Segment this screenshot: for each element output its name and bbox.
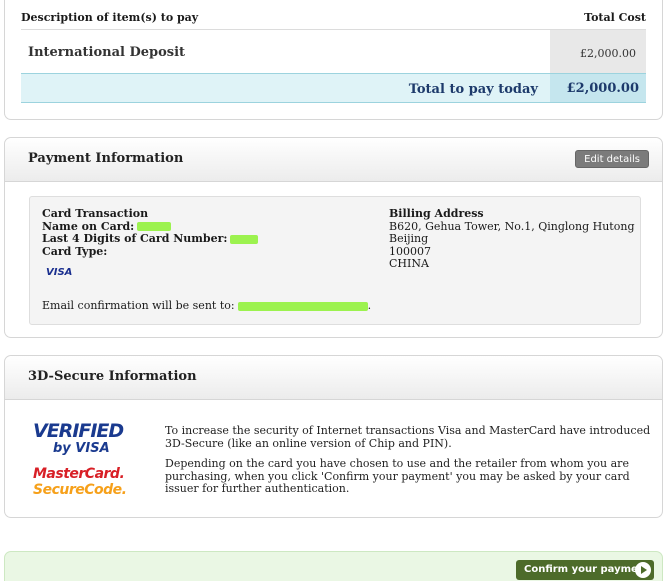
verified-by-visa-logo-sub: by VISA (53, 441, 110, 456)
item-cost-cell: £2,000.00 (550, 30, 646, 74)
secure-paragraph-1: To increase the security of Internet tra… (165, 424, 651, 450)
email-confirmation-label: Email confirmation will be sent to: (42, 299, 235, 312)
address-line: CHINA (389, 257, 429, 270)
card-details: Card Transaction Name on Card: Last 4 Di… (42, 207, 259, 258)
mastercard-securecode-logo-icon: MasterCard. (33, 466, 125, 482)
card-type-label: Card Type: (42, 244, 108, 258)
secure-information-panel: 3D-Secure Information VERIFIED by VISA M… (4, 355, 663, 518)
email-confirmation-line: Email confirmation will be sent to:. (42, 299, 371, 312)
name-on-card-label: Name on Card: (42, 219, 135, 233)
column-header-total-cost: Total Cost (584, 11, 646, 24)
total-row: Total to pay today £2,000.00 (21, 73, 646, 103)
last4-label: Last 4 Digits of Card Number: (42, 232, 228, 245)
confirm-bar: Confirm your payment (4, 551, 663, 581)
secure-description: To increase the security of Internet tra… (165, 424, 651, 496)
address-line: Beijing (389, 232, 429, 245)
billing-address-title: Billing Address (389, 207, 484, 220)
summary-table-header: Description of item(s) to pay Total Cost (21, 7, 646, 25)
total-cell: £2,000.00 (550, 74, 646, 102)
card-details-box: Card Transaction Name on Card: Last 4 Di… (29, 196, 641, 325)
email-suffix: . (367, 299, 372, 312)
name-redaction (137, 222, 172, 231)
visa-logo-icon: VISA (46, 267, 73, 278)
confirm-payment-label: Confirm your payment (524, 564, 650, 575)
table-row: International Deposit £2,000.00 (21, 29, 646, 74)
payment-information-header: Payment Information Edit details (5, 138, 662, 182)
mastercard-securecode-logo-sub: SecureCode. (33, 482, 127, 498)
secure-logos: VERIFIED by VISA MasterCard. SecureCode. (31, 416, 151, 506)
payment-information-panel: Payment Information Edit details Card Tr… (4, 137, 663, 338)
payment-information-title: Payment Information (28, 151, 184, 166)
item-description: International Deposit (28, 45, 186, 60)
secure-paragraph-2: Depending on the card you have chosen to… (165, 457, 630, 495)
secure-information-title: 3D-Secure Information (28, 369, 197, 384)
total-label: Total to pay today (408, 82, 538, 97)
edit-details-button[interactable]: Edit details (575, 150, 649, 168)
confirm-payment-button[interactable]: Confirm your payment (516, 560, 654, 580)
item-cost: £2,000.00 (580, 47, 636, 60)
billing-address: Billing Address B620, Gehua Tower, No.1,… (389, 207, 634, 271)
column-header-description: Description of item(s) to pay (21, 11, 199, 24)
secure-information-header: 3D-Secure Information (5, 356, 662, 400)
verified-by-visa-logo-icon: VERIFIED (33, 420, 124, 442)
order-summary-panel: Description of item(s) to pay Total Cost… (4, 0, 663, 120)
arrow-right-icon (635, 562, 651, 578)
total-value: £2,000.00 (566, 81, 639, 96)
email-redaction (237, 301, 368, 311)
last4-row: Last 4 Digits of Card Number: (42, 232, 259, 246)
last4-redaction (230, 234, 259, 244)
